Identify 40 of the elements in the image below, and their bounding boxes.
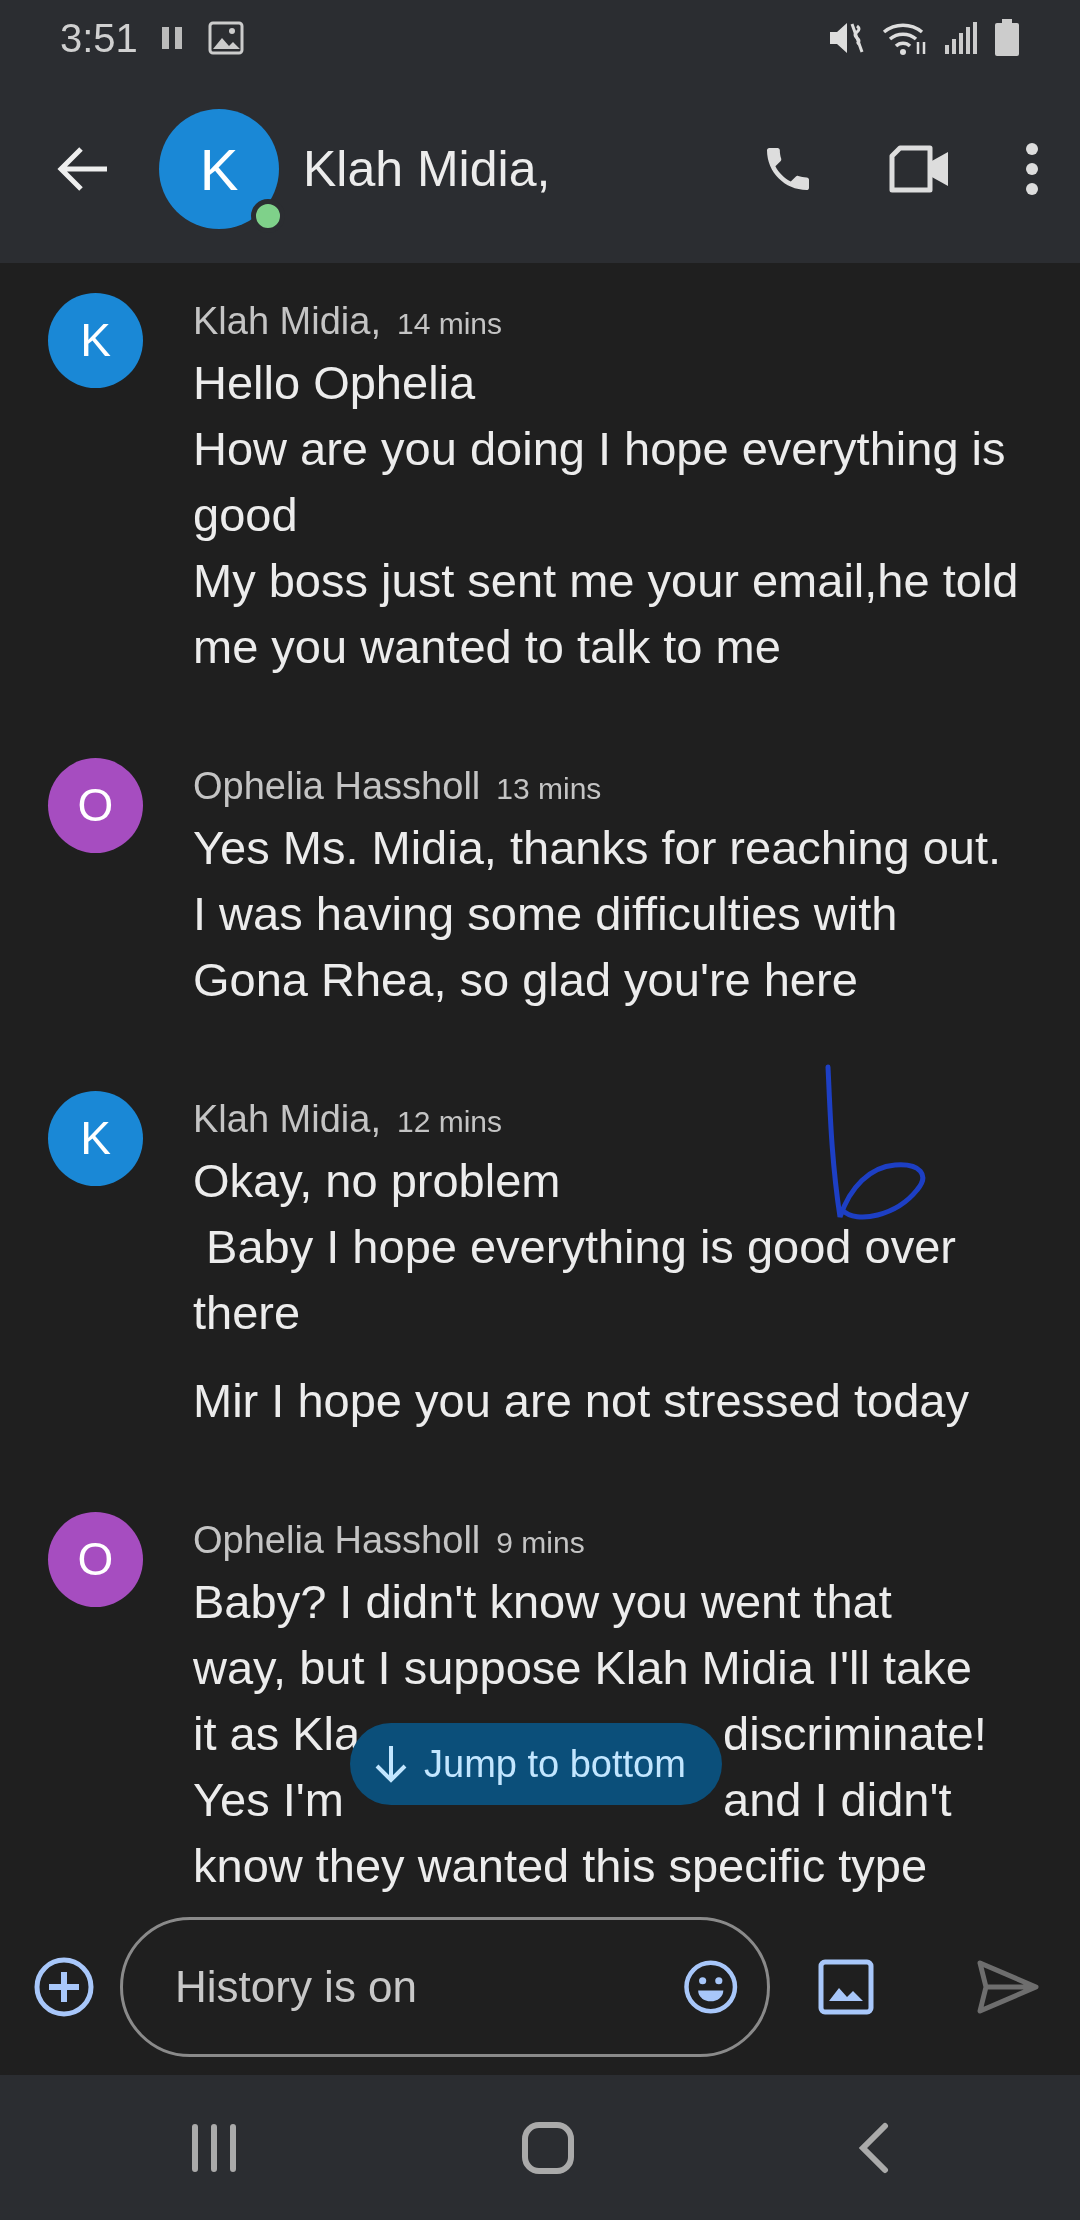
message-time: 12 mins bbox=[397, 1104, 503, 1140]
gallery-button[interactable] bbox=[818, 1958, 874, 2015]
message-text: Okay, no problem bbox=[193, 1153, 562, 1209]
message-text: Yes I'm bbox=[193, 1773, 344, 1826]
message-text: know they wanted this specific type bbox=[193, 1838, 929, 1894]
image-icon bbox=[207, 20, 244, 55]
sender-avatar[interactable]: K bbox=[48, 1091, 143, 1186]
home-button[interactable] bbox=[521, 2120, 575, 2175]
sender-name: Ophelia Hassholl bbox=[193, 764, 481, 809]
clock-time: 3:51 bbox=[60, 14, 138, 62]
sender-avatar[interactable]: O bbox=[48, 1512, 143, 1607]
send-button[interactable] bbox=[976, 1958, 1040, 2015]
back-nav-button[interactable] bbox=[857, 2121, 891, 2174]
recent-apps-button[interactable] bbox=[189, 2122, 239, 2173]
message-text: My boss just sent me your email,he told me you wanted to talk to me bbox=[193, 553, 1020, 675]
conversation-title[interactable]: Klah Midia, bbox=[303, 131, 551, 207]
message-text: How are you doing I hope everything is good bbox=[193, 421, 1007, 543]
sender-name: Ophelia Hassholl bbox=[193, 1518, 481, 1563]
sender-avatar[interactable]: O bbox=[48, 758, 143, 853]
message-time: 9 mins bbox=[496, 1525, 585, 1561]
message-text: Hello Ophelia bbox=[193, 355, 477, 411]
message-time: 13 mins bbox=[496, 771, 602, 807]
signal-icon bbox=[944, 20, 978, 55]
message-text: discriminate! bbox=[723, 1707, 987, 1760]
more-icon[interactable] bbox=[1024, 141, 1040, 197]
message-time: 14 mins bbox=[397, 306, 503, 342]
pause-icon bbox=[161, 24, 184, 51]
sender-name: Klah Midia, bbox=[193, 299, 381, 344]
message-text: way, but I suppose Klah Midia I'll take bbox=[193, 1640, 973, 1696]
message-text: Baby? I didn't know you went that bbox=[193, 1574, 893, 1630]
message-text: and I didn't bbox=[723, 1773, 952, 1826]
message-text: Baby I hope everything is good over there bbox=[193, 1219, 957, 1341]
message-text: Yes Ms. Midia, thanks for reaching out. I was having some difficulties with Gona Rhea, so glad you're here bbox=[193, 820, 1003, 1008]
message-input-field[interactable]: History is on bbox=[173, 1952, 682, 2021]
sender-avatar[interactable]: K bbox=[48, 293, 143, 388]
message-text: Mir I hope you are not stressed today bbox=[193, 1373, 970, 1429]
message-composer[interactable]: History is on bbox=[120, 1916, 770, 2057]
battery-icon bbox=[994, 18, 1020, 57]
arrow-down-icon[interactable] bbox=[374, 1744, 408, 1784]
sender-name: Klah Midia, bbox=[193, 1097, 381, 1142]
